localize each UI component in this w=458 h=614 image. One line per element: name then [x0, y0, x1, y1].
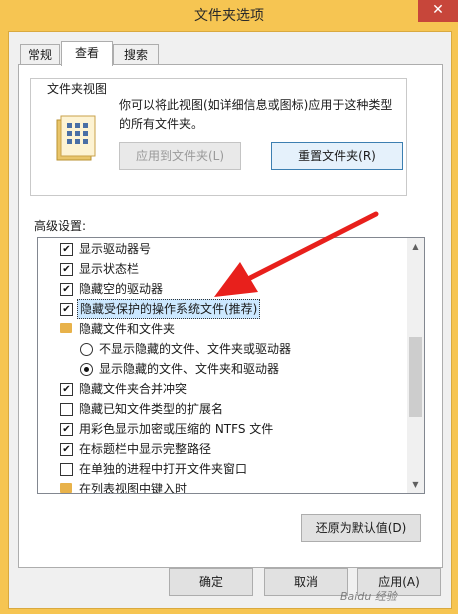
checkbox[interactable]	[60, 403, 73, 416]
checkbox[interactable]: ✔	[60, 243, 73, 256]
list-item[interactable]: ✔ 显示状态栏	[38, 259, 407, 279]
advanced-settings-list[interactable]: ✔ 显示驱动器号 ✔ 显示状态栏 ✔ 隐藏空的驱动器 ✔ 隐藏受保护的操作系统文…	[37, 237, 425, 494]
window-title: 文件夹选项	[194, 8, 264, 24]
restore-defaults-button[interactable]: 还原为默认值(D)	[301, 514, 421, 542]
list-item[interactable]: ✔ 显示驱动器号	[38, 239, 407, 259]
list-item[interactable]: 显示隐藏的文件、文件夹和驱动器	[38, 359, 407, 379]
folder-icon	[60, 323, 72, 333]
checkbox[interactable]: ✔	[60, 443, 73, 456]
tab-view[interactable]: 查看	[61, 41, 113, 66]
radio-button[interactable]	[80, 363, 93, 376]
reset-folders-button[interactable]: 重置文件夹(R)	[271, 142, 403, 170]
watermark: Baidu 经验	[340, 590, 397, 603]
list-item[interactable]: ✔ 在标题栏中显示完整路径	[38, 439, 407, 459]
checkbox[interactable]: ✔	[60, 263, 73, 276]
checkbox[interactable]: ✔	[60, 423, 73, 436]
close-button[interactable]: ✕	[418, 0, 458, 22]
dialog-client: 常规 查看 搜索 文件夹视图 你可以将此视图(如详细信息或图标)应用于这种类型的…	[8, 31, 452, 609]
ok-button[interactable]: 确定	[169, 568, 253, 596]
checkbox[interactable]: ✔	[60, 303, 73, 316]
list-item-label: 在列表视图中键入时	[79, 482, 188, 494]
list-item[interactable]: 不显示隐藏的文件、文件夹或驱动器	[38, 339, 407, 359]
scrollbar-thumb[interactable]	[409, 337, 422, 417]
checkbox[interactable]	[60, 463, 73, 476]
list-item[interactable]: 在单独的进程中打开文件夹窗口	[38, 459, 407, 479]
list-item[interactable]: ✔ 用彩色显示加密或压缩的 NTFS 文件	[38, 419, 407, 439]
vertical-scrollbar[interactable]: ▲ ▼	[407, 238, 424, 493]
folder-views-icon	[56, 115, 96, 161]
advanced-settings-label: 高级设置:	[34, 219, 87, 233]
folder-icon	[60, 483, 72, 493]
list-item[interactable]: ✔ 隐藏文件夹合并冲突	[38, 379, 407, 399]
radio-button[interactable]	[80, 343, 93, 356]
tab-general[interactable]: 常规	[20, 44, 60, 65]
list-item-label: 在标题栏中显示完整路径	[79, 442, 212, 456]
list-item-label: 隐藏空的驱动器	[79, 282, 164, 296]
folder-views-description: 你可以将此视图(如详细信息或图标)应用于这种类型的所有文件夹。	[119, 98, 393, 131]
list-item-selected[interactable]: ✔ 隐藏受保护的操作系统文件(推荐)	[38, 299, 407, 319]
list-group-header: 隐藏文件和文件夹	[38, 319, 407, 339]
list-item-label: 隐藏受保护的操作系统文件(推荐)	[77, 299, 261, 319]
folder-views-legend: 文件夹视图	[44, 80, 111, 97]
list-item-label: 在单独的进程中打开文件夹窗口	[79, 462, 248, 476]
list-item-label: 隐藏已知文件类型的扩展名	[79, 402, 224, 416]
list-item-label: 显示驱动器号	[79, 242, 152, 256]
list-item[interactable]: 隐藏已知文件类型的扩展名	[38, 399, 407, 419]
scroll-down-icon[interactable]: ▼	[407, 476, 424, 493]
list-item-label: 隐藏文件和文件夹	[79, 322, 176, 336]
list-group-header: 在列表视图中键入时	[38, 479, 407, 494]
cancel-button[interactable]: 取消	[264, 568, 348, 596]
tab-search[interactable]: 搜索	[113, 44, 159, 65]
list-item-label: 用彩色显示加密或压缩的 NTFS 文件	[79, 422, 274, 436]
list-item-label: 隐藏文件夹合并冲突	[79, 382, 188, 396]
list-item-label: 显示状态栏	[79, 262, 140, 276]
scroll-up-icon[interactable]: ▲	[407, 238, 424, 255]
checkbox[interactable]: ✔	[60, 383, 73, 396]
apply-to-folders-button[interactable]: 应用到文件夹(L)	[119, 142, 241, 170]
list-item[interactable]: ✔ 隐藏空的驱动器	[38, 279, 407, 299]
close-icon: ✕	[432, 2, 444, 18]
list-item-label: 不显示隐藏的文件、文件夹或驱动器	[99, 342, 292, 356]
list-item-label: 显示隐藏的文件、文件夹和驱动器	[99, 362, 280, 376]
checkbox[interactable]: ✔	[60, 283, 73, 296]
